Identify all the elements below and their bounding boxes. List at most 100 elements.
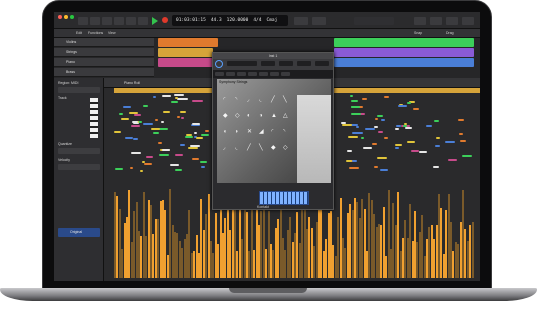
link-button[interactable] bbox=[315, 61, 329, 66]
drag-menu[interactable]: Drag bbox=[446, 31, 454, 35]
midi-note[interactable] bbox=[447, 159, 457, 162]
midi-note[interactable] bbox=[191, 157, 199, 160]
region-field[interactable] bbox=[58, 87, 100, 93]
quantize-select[interactable] bbox=[58, 148, 100, 154]
articulation-icon[interactable]: ╱ bbox=[247, 145, 253, 151]
midi-note[interactable] bbox=[377, 157, 388, 160]
midi-note[interactable] bbox=[434, 145, 441, 148]
articulation-icon[interactable]: ▲ bbox=[271, 113, 277, 119]
paste-button[interactable] bbox=[297, 61, 311, 66]
velocity-bar[interactable] bbox=[471, 221, 474, 278]
kontakt-keyb-button[interactable] bbox=[270, 72, 279, 76]
kontakt-info-button[interactable] bbox=[259, 72, 268, 76]
midi-note[interactable] bbox=[364, 127, 375, 130]
midi-note[interactable] bbox=[345, 159, 353, 162]
snap-menu[interactable]: Snap bbox=[414, 31, 422, 35]
midi-note[interactable] bbox=[419, 151, 427, 154]
midi-region[interactable] bbox=[158, 38, 218, 47]
midi-note[interactable] bbox=[193, 132, 198, 135]
midi-note[interactable] bbox=[377, 115, 383, 118]
inspector-button[interactable] bbox=[90, 17, 100, 25]
midi-note[interactable] bbox=[154, 118, 159, 121]
articulation-icon[interactable]: ◆ bbox=[223, 113, 229, 119]
midi-note[interactable] bbox=[435, 137, 440, 140]
midi-note[interactable] bbox=[184, 135, 194, 138]
midi-note[interactable] bbox=[132, 120, 139, 123]
midi-note[interactable] bbox=[405, 126, 413, 129]
articulation-icon[interactable]: ◜ bbox=[223, 97, 229, 103]
midi-note[interactable] bbox=[151, 128, 161, 131]
kontakt-options-button[interactable] bbox=[226, 72, 235, 76]
articulation-icon[interactable]: ◑ bbox=[259, 113, 265, 119]
midi-note[interactable] bbox=[158, 141, 162, 144]
midi-note[interactable] bbox=[130, 166, 134, 169]
articulation-icon[interactable]: ◗ bbox=[235, 129, 241, 135]
midi-note[interactable] bbox=[131, 152, 142, 155]
midi-note[interactable] bbox=[412, 107, 419, 110]
midi-note[interactable] bbox=[192, 122, 200, 125]
close-window-button[interactable] bbox=[58, 15, 62, 19]
kontakt-files-button[interactable] bbox=[215, 72, 224, 76]
midi-note[interactable] bbox=[195, 136, 204, 139]
record-icon[interactable] bbox=[162, 17, 168, 23]
midi-note[interactable] bbox=[394, 146, 400, 149]
view-menu[interactable]: View bbox=[108, 31, 116, 35]
midi-note[interactable] bbox=[179, 110, 186, 113]
midi-note[interactable] bbox=[384, 137, 389, 140]
midi-note[interactable] bbox=[174, 94, 184, 97]
copy-button[interactable] bbox=[279, 61, 293, 66]
articulation-icon[interactable]: ◟ bbox=[259, 97, 265, 103]
instrument-plugin-window[interactable]: Inst 1 Symphony Strings ◜ ◝ ◞ ◟ ╱ ╲ ◆ ◇ ◐ ◑ ▲ △ ◖ ◗ ✕ ◢… bbox=[212, 52, 334, 210]
midi-note[interactable] bbox=[188, 147, 198, 150]
midi-note[interactable] bbox=[192, 99, 204, 102]
midi-note[interactable] bbox=[407, 140, 415, 143]
midi-note[interactable] bbox=[160, 120, 165, 123]
articulation-icon[interactable]: ◖ bbox=[223, 129, 229, 135]
midi-note[interactable] bbox=[356, 125, 360, 128]
midi-note[interactable] bbox=[205, 130, 209, 133]
midi-note[interactable] bbox=[143, 104, 148, 107]
articulation-icon[interactable]: ╲ bbox=[283, 97, 289, 103]
midi-note[interactable] bbox=[159, 154, 170, 157]
browser-button[interactable] bbox=[462, 17, 474, 25]
midi-note[interactable] bbox=[363, 147, 373, 150]
midi-note[interactable] bbox=[377, 131, 383, 134]
articulation-icon[interactable]: ◇ bbox=[235, 113, 241, 119]
midi-note[interactable] bbox=[348, 136, 359, 139]
zoom-window-button[interactable] bbox=[70, 15, 74, 19]
midi-note[interactable] bbox=[170, 100, 178, 103]
midi-region[interactable] bbox=[158, 58, 213, 67]
articulation-icon[interactable]: ◝ bbox=[235, 97, 241, 103]
midi-note[interactable] bbox=[398, 104, 407, 107]
edit-menu[interactable]: Edit bbox=[76, 31, 82, 35]
midi-note[interactable] bbox=[186, 134, 192, 137]
midi-note[interactable] bbox=[124, 136, 134, 139]
midi-note[interactable] bbox=[142, 123, 153, 126]
midi-note[interactable] bbox=[360, 136, 365, 139]
lcd-display[interactable]: 01:03:01:15 44.3 120.0000 4/4 Cmaj bbox=[172, 15, 288, 26]
midi-region[interactable] bbox=[334, 48, 474, 57]
mixer-button[interactable] bbox=[126, 17, 136, 25]
power-icon[interactable] bbox=[215, 60, 223, 68]
midi-note[interactable] bbox=[380, 119, 386, 122]
metronome-button[interactable] bbox=[294, 17, 308, 25]
midi-note[interactable] bbox=[199, 161, 207, 164]
midi-note[interactable] bbox=[349, 167, 360, 170]
loop-browser-button[interactable] bbox=[446, 17, 458, 25]
midi-note[interactable] bbox=[445, 141, 455, 144]
midi-region[interactable] bbox=[334, 58, 474, 67]
midi-note[interactable] bbox=[146, 156, 154, 159]
preset-select[interactable]: Original bbox=[58, 228, 100, 237]
midi-note[interactable] bbox=[131, 125, 140, 128]
midi-note[interactable] bbox=[200, 166, 206, 169]
articulation-icon[interactable]: ◝ bbox=[283, 129, 289, 135]
articulation-icon[interactable]: ╲ bbox=[259, 145, 265, 151]
instrument-panel[interactable]: Symphony Strings ◜ ◝ ◞ ◟ ╱ ╲ ◆ ◇ ◐ ◑ ▲ △ ◖ ◗ ✕ ◢ ◜ ◝ ◞ ◟ ╱ ╲ ◆… bbox=[217, 79, 331, 183]
track-header[interactable]: Violins bbox=[54, 38, 154, 47]
articulation-icon[interactable]: ✕ bbox=[247, 129, 253, 135]
articulation-icon[interactable]: ◆ bbox=[271, 145, 277, 151]
midi-note[interactable] bbox=[114, 131, 121, 134]
midi-note[interactable] bbox=[394, 127, 399, 130]
compare-button[interactable] bbox=[261, 61, 275, 66]
midi-note[interactable] bbox=[153, 96, 157, 99]
